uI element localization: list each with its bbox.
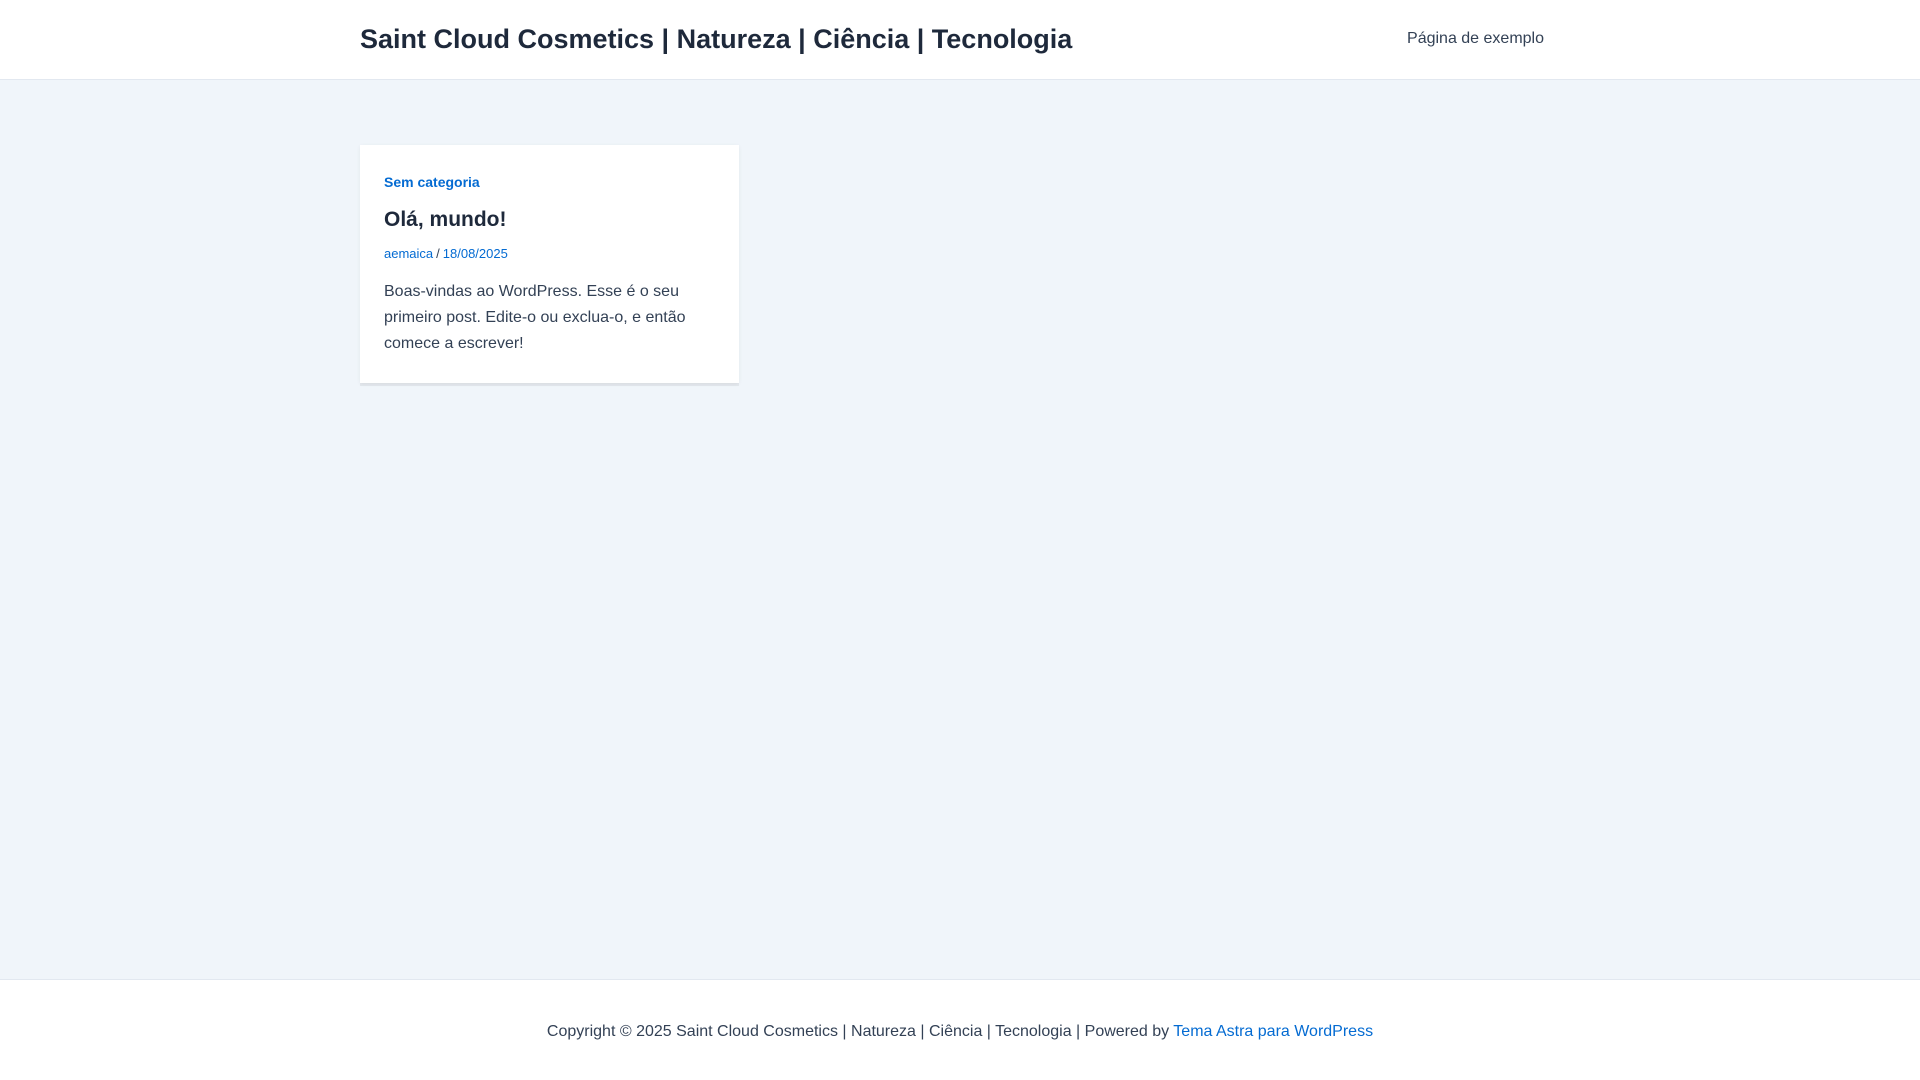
meta-separator: /: [436, 246, 440, 261]
post-excerpt: Boas-vindas ao WordPress. Esse é o seu p…: [384, 283, 686, 352]
site-header: Saint Cloud Cosmetics | Natureza | Ciênc…: [0, 0, 1920, 80]
footer-copyright: Copyright © 2025 Saint Cloud Cosmetics |…: [0, 1021, 1920, 1043]
copyright-text: Copyright © 2025 Saint Cloud Cosmetics |…: [546, 1023, 1174, 1040]
post-category-link[interactable]: Sem categoria: [384, 172, 480, 192]
site-title-link[interactable]: Saint Cloud Cosmetics | Natureza | Ciênc…: [360, 22, 1072, 56]
site-footer: Copyright © 2025 Saint Cloud Cosmetics |…: [0, 979, 1920, 1080]
post-card: Sem categoria Olá, mundo! aemaica/18/08/…: [360, 145, 739, 383]
post-meta: aemaica/18/08/2025: [384, 245, 508, 263]
theme-credit-link[interactable]: Tema Astra para WordPress: [1173, 1023, 1373, 1040]
post-title-link[interactable]: Olá, mundo!: [384, 206, 507, 234]
nav-item-pagina-de-exemplo[interactable]: Página de exemplo: [1407, 28, 1544, 50]
post-author-link[interactable]: aemaica: [384, 246, 433, 261]
post-date-link[interactable]: 18/08/2025: [443, 246, 508, 261]
